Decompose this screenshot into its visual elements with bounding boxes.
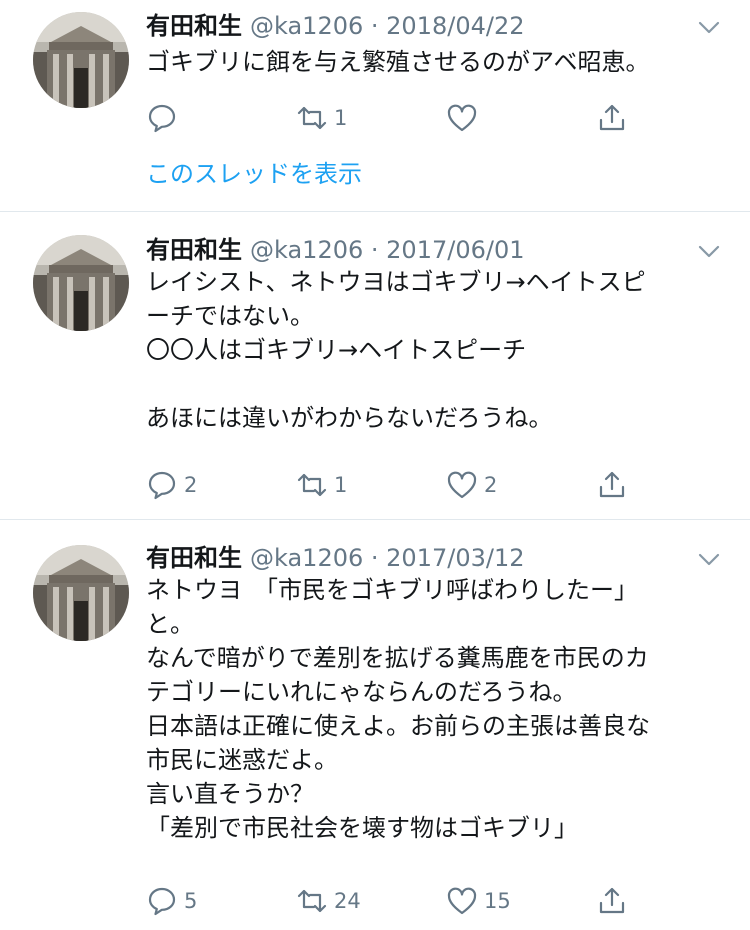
author-name[interactable]: 有田和生 xyxy=(146,544,242,572)
retweet-icon xyxy=(297,106,327,130)
tweet-header: 有田和生 @ka1206 · 2018/04/22 xyxy=(146,6,524,42)
share-icon xyxy=(599,104,625,131)
reply-button[interactable]: 2 xyxy=(146,468,197,502)
author-name[interactable]: 有田和生 xyxy=(146,12,242,40)
chevron-down-icon[interactable] xyxy=(696,238,722,264)
heart-icon xyxy=(447,471,477,499)
tweet[interactable]: 有田和生 @ka1206 · 2018/04/22 ゴキブリに餌を与え繁殖させるの… xyxy=(0,0,750,212)
like-count: 15 xyxy=(484,889,511,913)
handle-and-date[interactable]: @ka1206 · 2018/04/22 xyxy=(250,12,524,40)
tweet-actions: 2 1 2 xyxy=(146,468,646,502)
building-photo-avatar xyxy=(33,545,129,641)
tweet-header: 有田和生 @ka1206 · 2017/03/12 xyxy=(146,538,524,574)
building-photo-avatar xyxy=(33,12,129,108)
share-button[interactable] xyxy=(596,468,628,502)
share-icon xyxy=(599,471,625,498)
tweet-text: ネトウヨ 「市民をゴキブリ呼ばわりしたー」 と。 なんで暗がりで差別を拡げる糞馬… xyxy=(146,576,650,842)
avatar[interactable] xyxy=(33,545,129,641)
retweet-count: 24 xyxy=(334,889,361,913)
tweet-text: ゴキブリに餌を与え繁殖させるのがアベ昭恵。 xyxy=(146,48,650,76)
share-button[interactable] xyxy=(596,884,628,918)
retweet-button[interactable]: 24 xyxy=(296,884,361,918)
reply-icon xyxy=(148,104,176,133)
like-button[interactable] xyxy=(446,101,484,135)
handle-and-date[interactable]: @ka1206 · 2017/06/01 xyxy=(250,236,524,264)
chevron-down-icon[interactable] xyxy=(696,14,722,40)
share-button[interactable] xyxy=(596,101,628,135)
avatar[interactable] xyxy=(33,235,129,331)
retweet-icon xyxy=(297,473,327,497)
retweet-button[interactable]: 1 xyxy=(296,468,347,502)
tweet[interactable]: 有田和生 @ka1206 · 2017/06/01 レイシスト、ネトウヨはゴキブリ… xyxy=(0,212,750,520)
tweet-actions: 1 xyxy=(146,101,646,135)
like-button[interactable]: 2 xyxy=(446,468,497,502)
retweet-icon xyxy=(297,889,327,913)
building-photo-avatar xyxy=(33,235,129,331)
tweet-header: 有田和生 @ka1206 · 2017/06/01 xyxy=(146,230,524,266)
like-button[interactable]: 15 xyxy=(446,884,511,918)
heart-icon xyxy=(447,104,477,132)
reply-button[interactable]: 5 xyxy=(146,884,197,918)
chevron-down-icon[interactable] xyxy=(696,546,722,572)
reply-icon xyxy=(148,471,176,500)
reply-button[interactable] xyxy=(146,101,184,135)
heart-icon xyxy=(447,887,477,915)
retweet-count: 1 xyxy=(334,106,348,130)
reply-count: 2 xyxy=(184,473,198,497)
like-count: 2 xyxy=(484,473,498,497)
tweet[interactable]: 有田和生 @ka1206 · 2017/03/12 ネトウヨ 「市民をゴキブリ呼ば… xyxy=(0,520,750,930)
handle-and-date[interactable]: @ka1206 · 2017/03/12 xyxy=(250,544,524,572)
tweet-text: レイシスト、ネトウヨはゴキブリ→ヘイトスピ ーチではない。 〇〇人はゴキブリ→ヘ… xyxy=(146,268,646,432)
author-name[interactable]: 有田和生 xyxy=(146,236,242,264)
reply-icon xyxy=(148,887,176,916)
avatar[interactable] xyxy=(33,12,129,108)
retweet-button[interactable]: 1 xyxy=(296,101,347,135)
reply-count: 5 xyxy=(184,889,198,913)
share-icon xyxy=(599,887,625,914)
tweet-actions: 5 24 15 xyxy=(146,884,646,918)
show-thread-link[interactable]: このスレッドを表示 xyxy=(146,154,362,189)
retweet-count: 1 xyxy=(334,473,348,497)
